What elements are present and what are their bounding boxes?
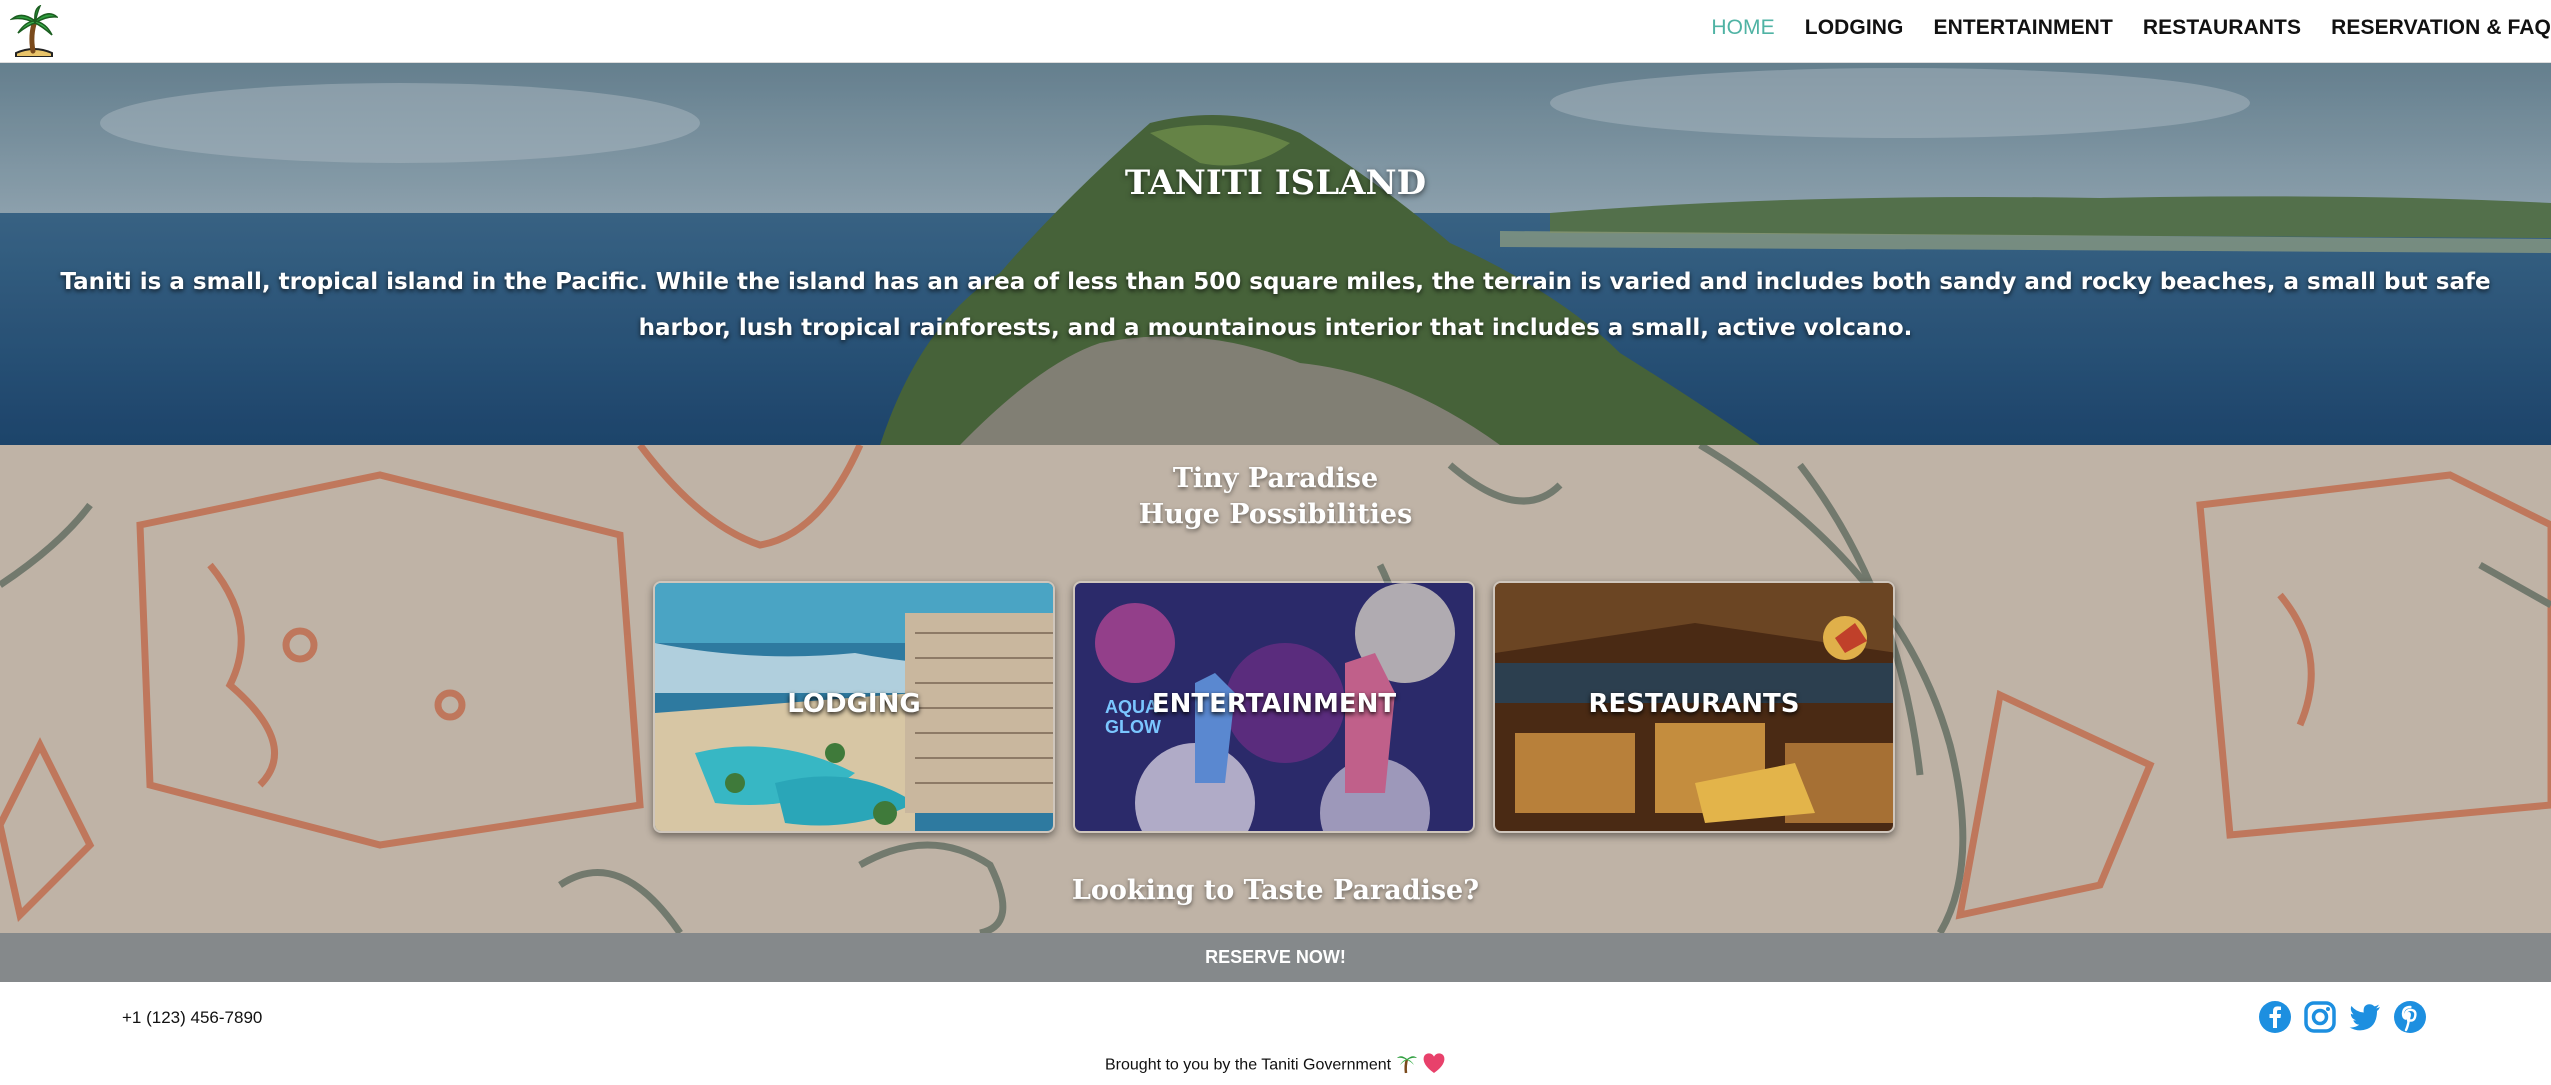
reserve-now-label: RESERVE NOW!: [1205, 947, 1346, 967]
card-entertainment-label: ENTERTAINMENT: [1151, 689, 1397, 719]
features-section: Tiny Paradise Huge Possibilities LODGING…: [0, 445, 2551, 933]
card-lodging[interactable]: LODGING: [653, 581, 1055, 833]
top-navigation: HOME LODGING ENTERTAINMENT RESTAURANTS R…: [0, 0, 2551, 63]
palm-tree-logo[interactable]: [10, 5, 58, 57]
footer-phone: +1 (123) 456-7890: [122, 1008, 263, 1027]
cta-heading: Looking to Taste Paradise?: [1071, 875, 1480, 906]
card-restaurants[interactable]: RESTAURANTS: [1493, 581, 1895, 833]
facebook-icon[interactable]: [2258, 1000, 2292, 1034]
island-ocean-background: [0, 63, 2551, 445]
reserve-now-button[interactable]: RESERVE NOW!: [0, 933, 2551, 982]
tagline-line-2: Huge Possibilities: [1138, 499, 1413, 530]
hero-title: TANITI ISLAND: [1124, 163, 1427, 203]
nav-restaurants[interactable]: RESTAURANTS: [2143, 16, 2301, 40]
nav-links: HOME LODGING ENTERTAINMENT RESTAURANTS R…: [1681, 0, 2551, 56]
hero-banner: TANITI ISLAND Taniti is a small, tropica…: [0, 63, 2551, 445]
twitter-icon[interactable]: [2348, 1000, 2382, 1034]
card-lodging-label: LODGING: [787, 689, 921, 719]
pinterest-icon[interactable]: [2393, 1000, 2427, 1034]
tagline-line-1: Tiny Paradise: [1172, 463, 1379, 494]
nav-home[interactable]: HOME: [1711, 16, 1774, 40]
nav-entertainment[interactable]: ENTERTAINMENT: [1933, 16, 2112, 40]
hero-description: Taniti is a small, tropical island in th…: [60, 269, 2491, 341]
footer-credit: Brought to you by the Taniti Government: [0, 1052, 2551, 1079]
card-entertainment[interactable]: AQUA GLOW ENTERTAINMENT: [1073, 581, 1475, 833]
instagram-icon[interactable]: [2303, 1000, 2337, 1034]
card-restaurants-label: RESTAURANTS: [1588, 689, 1800, 719]
credit-text: Brought to you by the Taniti Government: [1105, 1056, 1392, 1074]
feature-cards: LODGING AQUA GLOW ENTERTAINMENT RESTAURA…: [653, 581, 1913, 833]
nav-reservation-faq[interactable]: RESERVATION & FAQ: [2331, 16, 2551, 40]
svg-text:GLOW: GLOW: [1105, 717, 1161, 737]
heart-icon: [1422, 1052, 1446, 1079]
nav-lodging[interactable]: LODGING: [1805, 16, 1904, 40]
palm-tree-icon: [1396, 1052, 1418, 1079]
social-links: [2258, 1000, 2438, 1034]
